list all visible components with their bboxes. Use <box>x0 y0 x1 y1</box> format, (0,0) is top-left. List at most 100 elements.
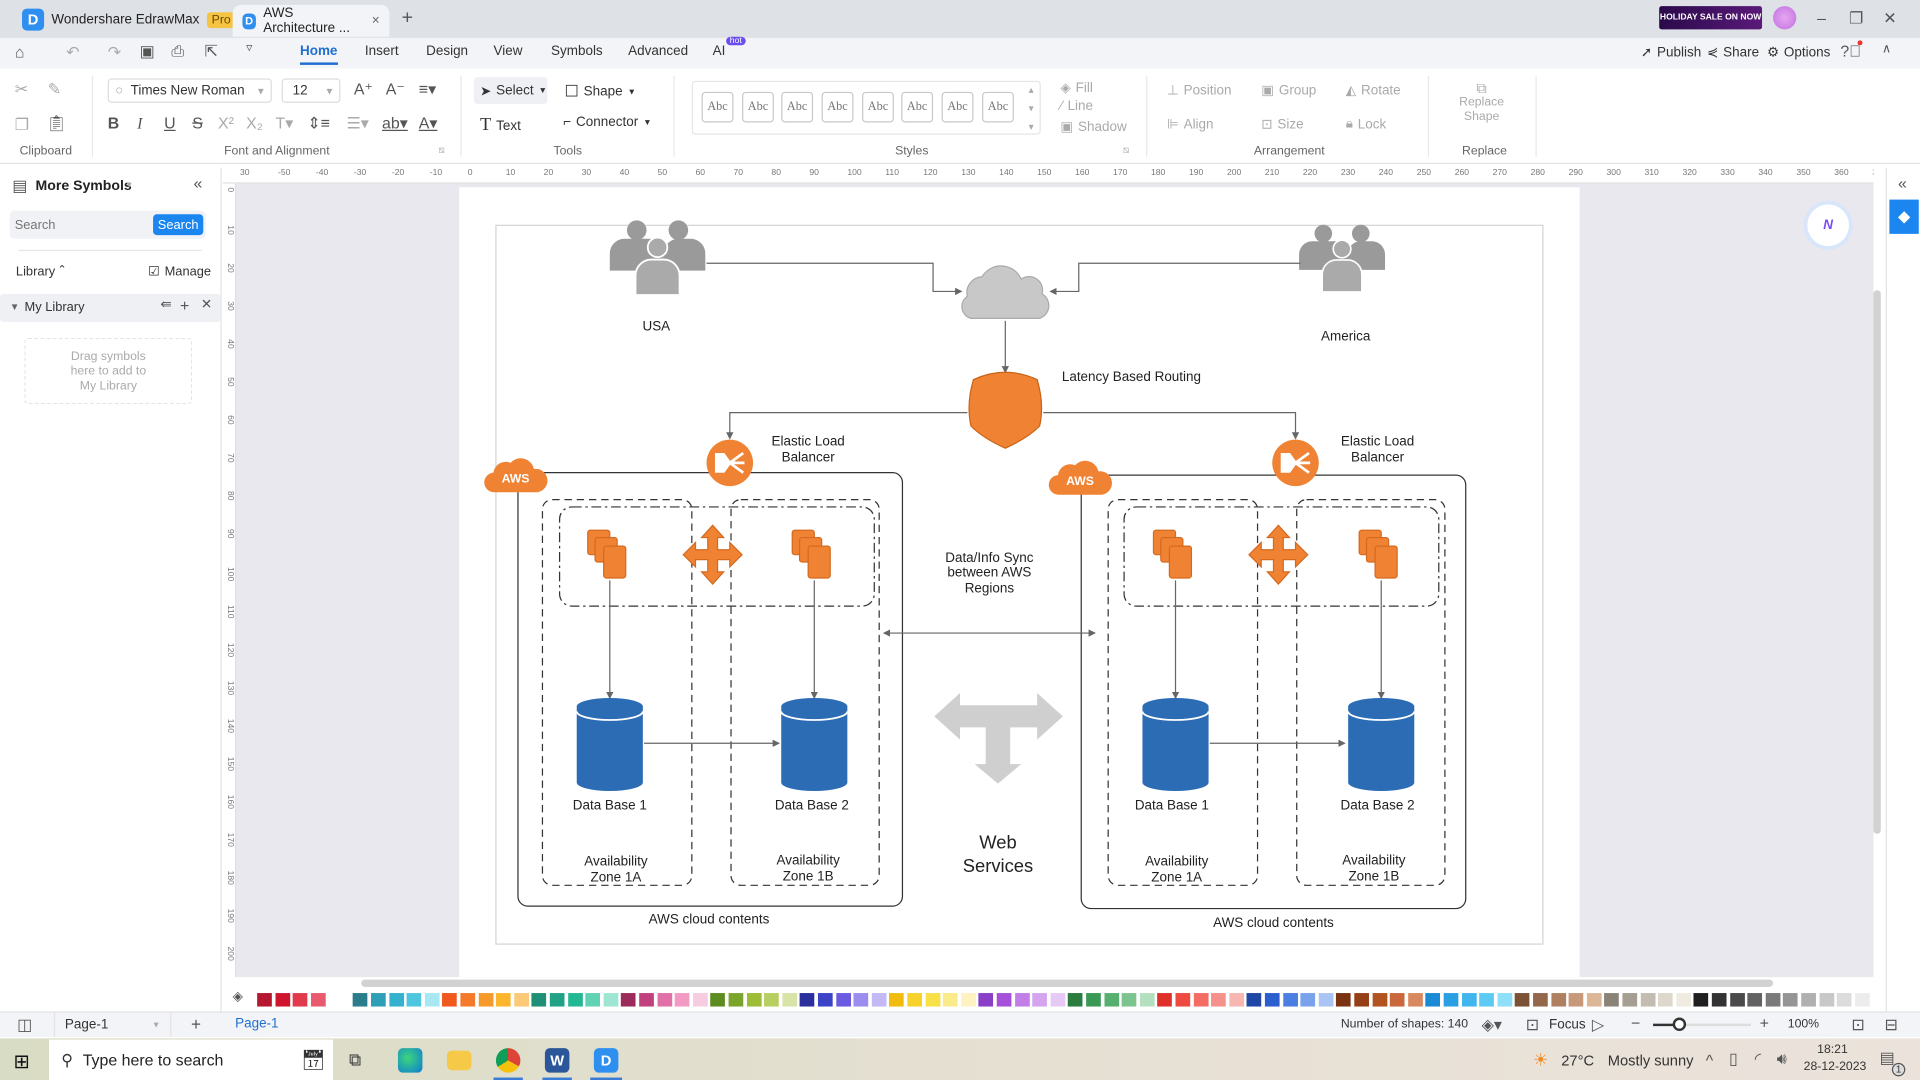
color-swatch[interactable] <box>907 993 923 1007</box>
taskbar-search-box[interactable]: ⚲ Type here to search 📅︎ <box>48 1039 334 1080</box>
color-swatch[interactable] <box>925 993 940 1007</box>
route53-shield-icon[interactable] <box>968 371 1043 449</box>
save-icon[interactable]: ▣ <box>140 43 155 59</box>
document-tab[interactable]: D AWS Architecture ... × <box>232 4 390 37</box>
fit-width-icon[interactable]: ⊟ <box>1884 1016 1897 1032</box>
show-hidden-icons[interactable]: ^ <box>1706 1052 1713 1068</box>
chevron-up-icon[interactable]: ⌃ <box>58 263 67 276</box>
focus-icon[interactable]: ⊡ <box>1526 1016 1539 1032</box>
color-swatch[interactable] <box>1586 993 1602 1007</box>
weather-temp[interactable]: 27°C <box>1561 1052 1594 1069</box>
color-swatch[interactable] <box>1819 993 1834 1007</box>
meet-now-icon[interactable]: ▯ <box>1729 1051 1738 1067</box>
layers-icon[interactable]: ◈▾ <box>1482 1016 1502 1032</box>
copy-icon[interactable]: ❐ <box>15 116 29 132</box>
color-swatch[interactable] <box>1729 993 1745 1007</box>
import-icon[interactable]: ⇚ <box>160 298 171 312</box>
web-services-arrows-icon[interactable] <box>934 693 1063 784</box>
color-swatch[interactable] <box>1032 993 1048 1007</box>
color-swatch[interactable] <box>567 993 583 1007</box>
color-swatch[interactable] <box>388 993 404 1007</box>
usa-users-icon[interactable] <box>608 219 707 297</box>
color-swatch[interactable] <box>764 993 780 1007</box>
tab-view[interactable]: View <box>493 44 522 59</box>
color-swatch[interactable] <box>257 993 272 1007</box>
elb-icon[interactable] <box>1270 438 1321 488</box>
style-preset[interactable]: Abc <box>982 91 1014 123</box>
color-swatch[interactable] <box>496 993 511 1007</box>
color-swatch[interactable] <box>1193 993 1209 1007</box>
color-swatch[interactable] <box>353 993 368 1007</box>
close-window-button[interactable]: ✕ <box>1883 10 1896 26</box>
color-swatch[interactable] <box>621 993 636 1007</box>
color-swatch[interactable] <box>1711 993 1727 1007</box>
symbol-search-input[interactable] <box>14 214 150 236</box>
style-preset[interactable]: Abc <box>701 91 734 123</box>
color-swatch[interactable] <box>478 993 493 1007</box>
highlight-icon[interactable]: ab▾ <box>382 115 408 131</box>
color-swatch[interactable] <box>710 993 726 1007</box>
wifi-icon[interactable]: ◜ <box>1755 1051 1761 1067</box>
more-icon[interactable]: ▿ <box>246 42 252 55</box>
color-swatch[interactable] <box>1604 993 1620 1007</box>
focus-button[interactable]: Focus <box>1549 1018 1586 1033</box>
color-swatch[interactable] <box>1407 993 1423 1007</box>
color-swatch[interactable] <box>531 993 547 1007</box>
minimize-button[interactable]: – <box>1817 10 1826 26</box>
color-swatch[interactable] <box>1747 993 1763 1007</box>
zoom-level[interactable]: 100% <box>1788 1018 1819 1031</box>
chevron-down-icon[interactable]: ▼ <box>125 181 133 190</box>
tab-insert[interactable]: Insert <box>365 44 399 59</box>
color-swatch[interactable] <box>996 993 1012 1007</box>
add-page-button[interactable]: + <box>191 1014 201 1034</box>
color-swatch[interactable] <box>310 993 326 1007</box>
america-users-icon[interactable] <box>1298 223 1386 293</box>
color-swatch[interactable] <box>1229 993 1244 1007</box>
color-swatch[interactable] <box>800 993 815 1007</box>
text-case-icon[interactable]: T▾ <box>276 115 294 131</box>
rotate-button[interactable]: ◭ Rotate <box>1346 82 1401 98</box>
my-library-row[interactable]: ▼ My Library ⇚ + ✕ <box>0 293 221 323</box>
undo-icon[interactable]: ↶ <box>66 44 79 60</box>
strikethrough-icon[interactable]: S <box>192 115 203 131</box>
color-swatch[interactable] <box>1765 993 1781 1007</box>
color-swatch[interactable] <box>1282 993 1298 1007</box>
color-swatch[interactable] <box>674 993 690 1007</box>
tab-design[interactable]: Design <box>426 44 468 59</box>
font-dialog-launcher-icon[interactable]: ⧅ <box>438 144 444 156</box>
list-icon[interactable]: ☰▾ <box>347 115 369 131</box>
page-panel-icon[interactable]: ◫ <box>17 1016 32 1032</box>
color-swatch[interactable] <box>1783 993 1799 1007</box>
style-preset[interactable]: Abc <box>901 91 934 123</box>
color-swatch[interactable] <box>1461 993 1477 1007</box>
color-swatch[interactable] <box>1550 993 1566 1007</box>
color-swatch[interactable] <box>639 993 654 1007</box>
style-preset[interactable]: Abc <box>821 91 854 123</box>
color-swatch[interactable] <box>603 993 619 1007</box>
color-swatch[interactable] <box>782 993 797 1007</box>
color-swatch[interactable] <box>1372 993 1387 1007</box>
maximize-button[interactable]: ❐ <box>1849 10 1863 26</box>
gallery-scroll-icon[interactable]: ▴ ▾ ▾ <box>1029 81 1034 136</box>
internet-cloud-icon[interactable] <box>961 265 1050 319</box>
ec2-instances-icon[interactable] <box>1358 529 1398 579</box>
clock-date[interactable]: 28-12-2023 <box>1804 1060 1867 1073</box>
chrome-icon[interactable] <box>495 1048 521 1073</box>
new-tab-button[interactable]: + <box>402 7 413 29</box>
print-icon[interactable]: ⎙ <box>171 43 184 59</box>
ec2-instances-icon[interactable] <box>791 529 831 579</box>
export-icon[interactable]: ⇱ <box>204 43 217 59</box>
shape-tool-button[interactable]: ☐ Shape ▼ <box>564 82 636 102</box>
color-swatch[interactable] <box>692 993 708 1007</box>
close-icon[interactable]: ✕ <box>201 298 212 312</box>
holiday-sale-banner[interactable]: HOLIDAY SALE ON NOW <box>1659 6 1763 30</box>
color-swatch[interactable] <box>371 993 386 1007</box>
color-swatch[interactable] <box>835 993 851 1007</box>
color-swatch[interactable] <box>657 993 672 1007</box>
style-preset[interactable]: Abc <box>742 91 774 123</box>
weather-desc[interactable]: Mostly sunny <box>1608 1052 1694 1069</box>
color-swatch[interactable] <box>1121 993 1137 1007</box>
zoom-in-button[interactable]: + <box>1760 1015 1769 1031</box>
color-swatch[interactable] <box>1336 993 1352 1007</box>
color-swatch[interactable] <box>943 993 958 1007</box>
